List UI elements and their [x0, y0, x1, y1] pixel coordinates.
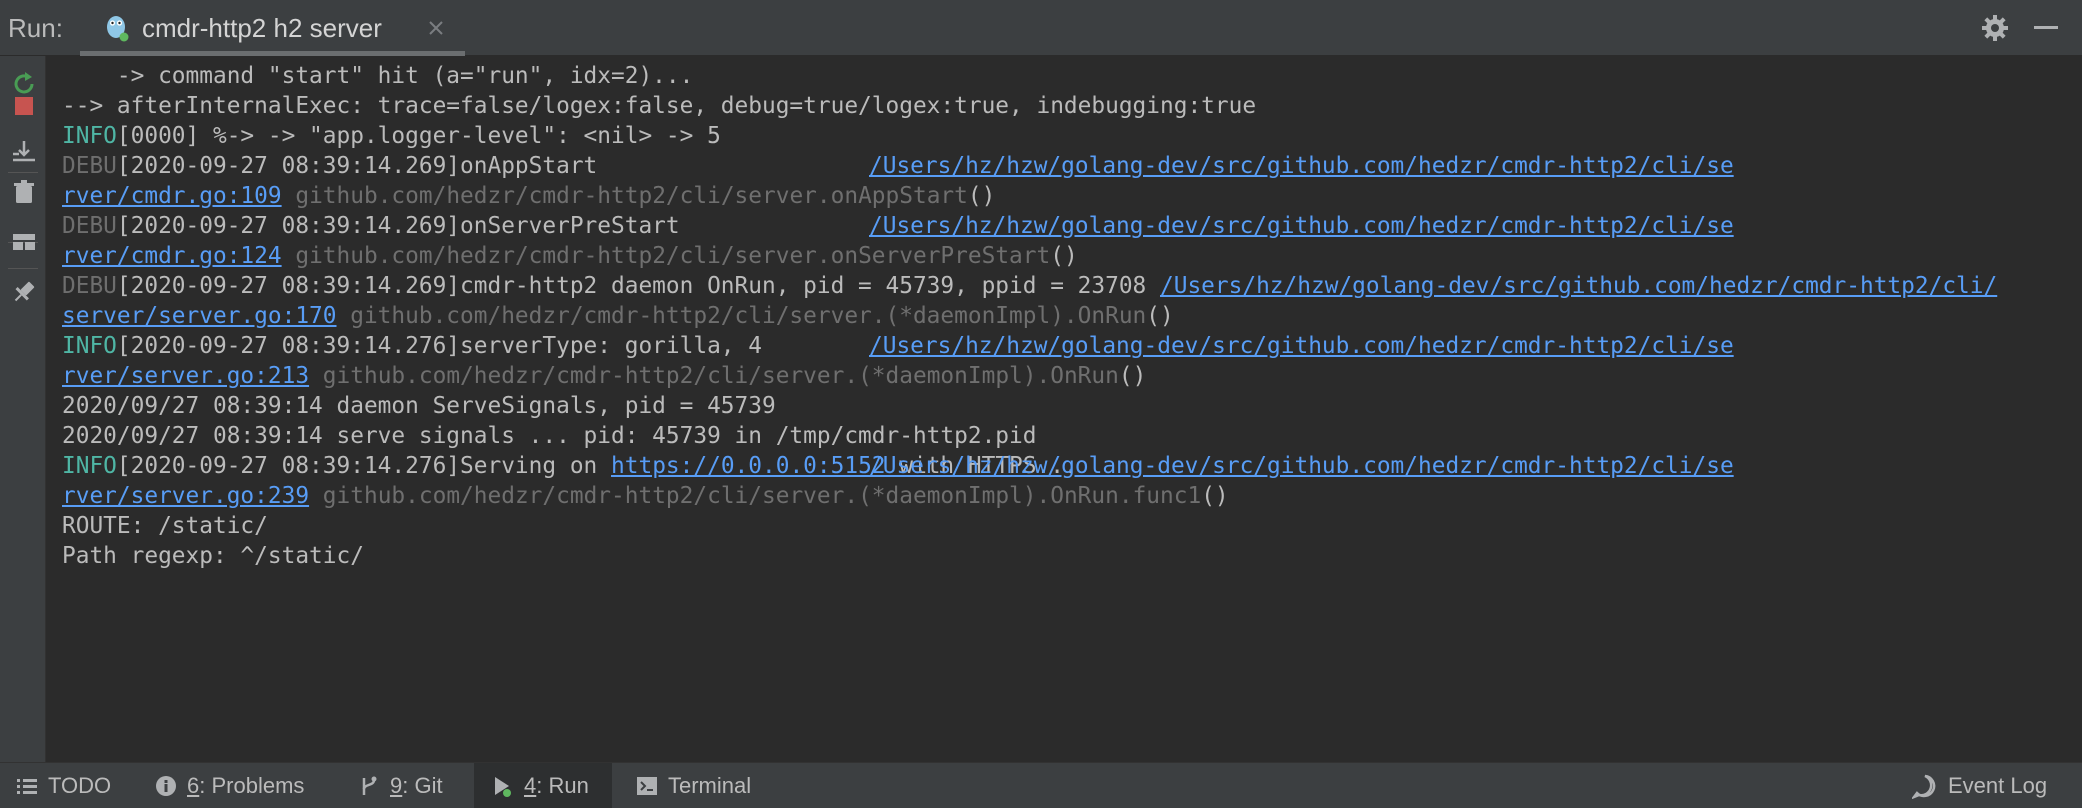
toolbar-separator [8, 172, 38, 173]
terminal-icon [637, 777, 657, 795]
hide-icon[interactable] [2034, 26, 2058, 29]
console-line: Path regexp: ^/static/ [62, 543, 364, 569]
list-icon [17, 779, 37, 794]
close-icon[interactable] [425, 17, 447, 39]
terminal-button[interactable]: Terminal [636, 763, 751, 808]
gopher-run-icon [107, 16, 129, 42]
source-path-link[interactable]: /Users/hz/hzw/golang-dev/src/github.com/… [869, 146, 1734, 186]
run-tool-window-header: Run: cmdr-http2 h2 server [0, 0, 2082, 56]
event-log-button[interactable]: Event Log [1912, 763, 2047, 808]
git-button[interactable]: 9: Git [358, 763, 443, 808]
trash-icon[interactable] [10, 178, 38, 206]
toolbar-separator [8, 268, 38, 269]
run-button[interactable]: 4: Run [474, 763, 612, 808]
todo-button[interactable]: TODO [16, 763, 111, 808]
source-path-link[interactable]: /Users/hz/hzw/golang-dev/src/github.com/… [1160, 273, 1997, 299]
tool-window-bar: TODO 6: Problems 9: Git 4: Run Terminal … [0, 762, 2082, 808]
run-icon [495, 777, 511, 797]
problems-button[interactable]: 6: Problems [155, 763, 304, 808]
event-log-icon [1912, 774, 1936, 799]
scroll-to-end-icon[interactable] [10, 138, 38, 166]
vertical-scrollbar[interactable] [2072, 56, 2082, 762]
stop-icon[interactable] [10, 92, 38, 120]
gear-icon[interactable] [1980, 13, 2010, 43]
run-label: Run: [8, 13, 63, 43]
pin-icon[interactable] [10, 278, 38, 306]
console-output[interactable]: -> command "start" hit (a="run", idx=2).… [47, 56, 2071, 762]
info-icon [156, 776, 176, 796]
tab-cmdr-http2-h2-server[interactable]: cmdr-http2 h2 server [80, 0, 465, 56]
tab-title: cmdr-http2 h2 server [142, 13, 382, 43]
layout-icon[interactable] [10, 228, 38, 256]
left-toolbar [0, 56, 46, 762]
branch-icon [362, 776, 377, 795]
